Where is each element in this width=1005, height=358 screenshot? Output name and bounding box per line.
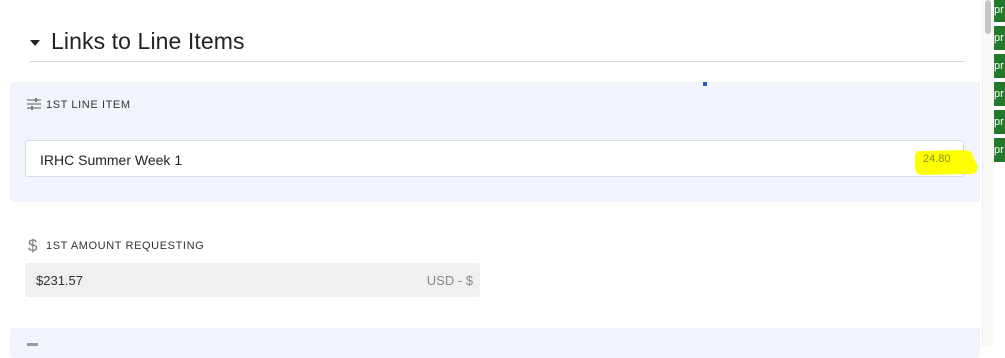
right-edge-tab[interactable]: pr (994, 26, 1005, 50)
right-edge-tabs: pr pr pr pr pr pr (994, 0, 1005, 346)
amount-field[interactable]: $231.57 USD - $ (25, 263, 480, 297)
right-edge-tab[interactable]: pr (994, 54, 1005, 78)
line-item-label: 1ST LINE ITEM (46, 99, 131, 111)
caret-down-icon[interactable] (30, 40, 40, 46)
sliders-icon (27, 98, 41, 110)
blue-marker (703, 82, 707, 86)
right-edge-tab[interactable]: pr (994, 110, 1005, 134)
section-title: Links to Line Items (51, 28, 245, 54)
amount-label: 1ST AMOUNT REQUESTING (46, 240, 205, 252)
section-header[interactable]: Links to Line Items (30, 26, 965, 62)
highlighted-amount: 24.80 (923, 153, 951, 165)
amount-value: $231.57 (36, 273, 83, 288)
line-item-input[interactable]: IRHC Summer Week 1 (25, 140, 964, 177)
right-edge-tab[interactable]: pr (994, 138, 1005, 162)
right-edge-tab[interactable]: pr (994, 0, 1005, 22)
amount-unit: USD - $ (426, 273, 473, 288)
next-line-item-panel (10, 328, 980, 358)
line-item-value: IRHC Summer Week 1 (40, 152, 183, 168)
right-edge-tab[interactable]: pr (994, 82, 1005, 106)
dollar-icon: $ (28, 236, 38, 255)
scrollbar-thumb[interactable] (985, 0, 991, 34)
scrollbar[interactable] (982, 0, 994, 346)
